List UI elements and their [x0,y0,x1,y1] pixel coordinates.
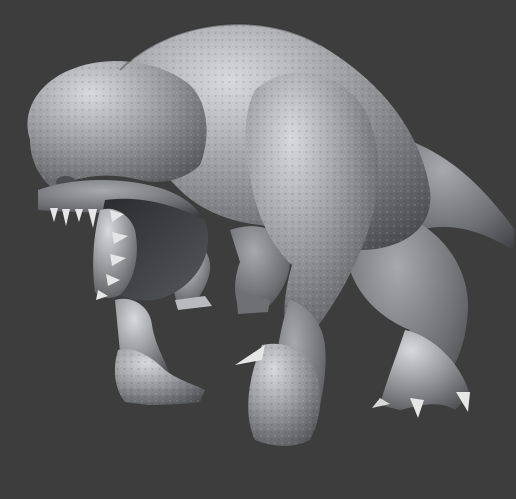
hind-claw [410,398,424,418]
3d-viewport[interactable] [0,0,516,499]
creature-render [27,23,515,446]
